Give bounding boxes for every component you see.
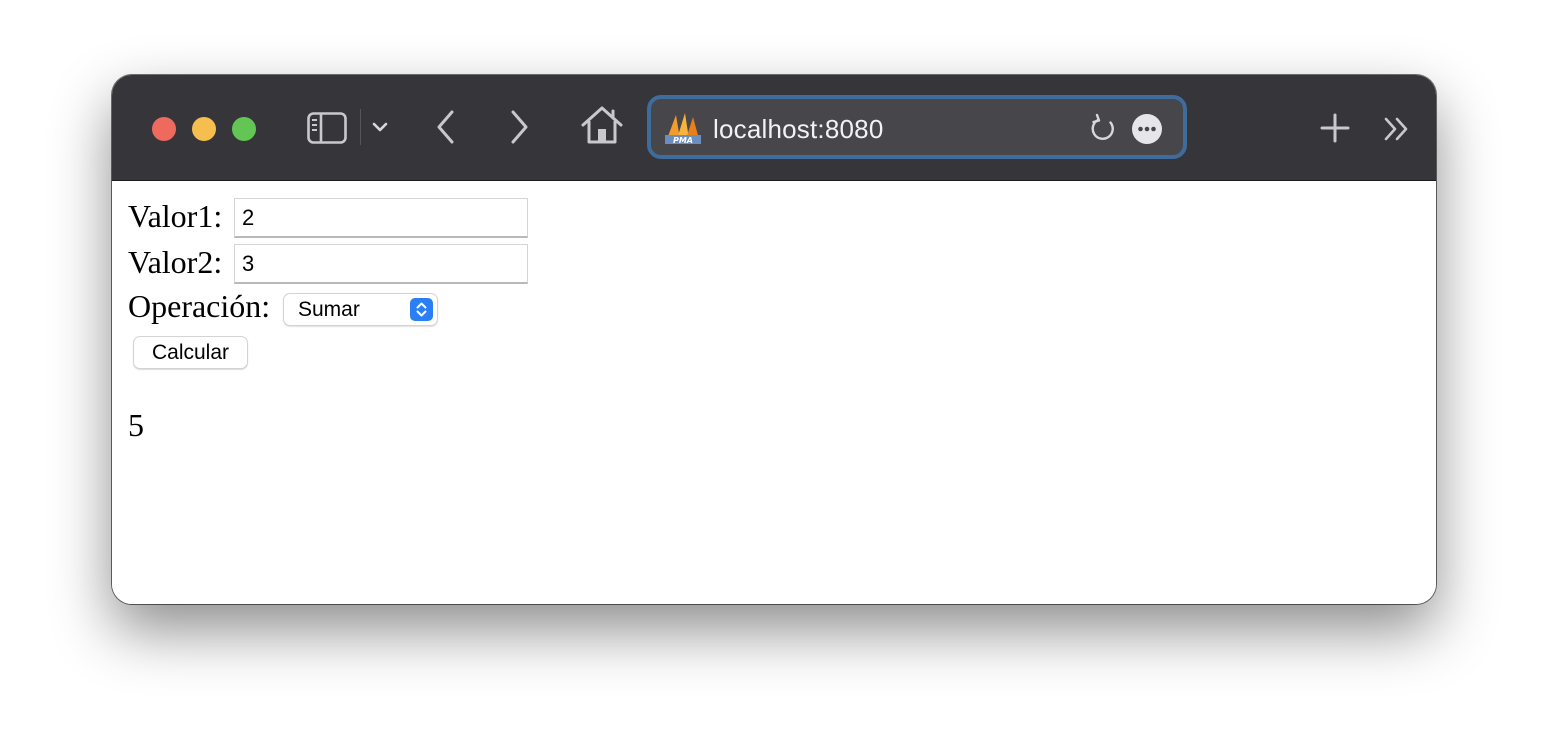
page-content: Valor1: 2 Valor2: 3 Operación: Sumar Cal… xyxy=(112,181,1436,604)
calcular-button[interactable]: Calcular xyxy=(133,336,248,369)
chevron-down-icon[interactable] xyxy=(371,120,389,134)
address-text[interactable]: localhost:8080 xyxy=(713,114,883,145)
new-tab-plus-icon[interactable] xyxy=(1320,113,1350,143)
minimize-window-button[interactable] xyxy=(192,117,216,141)
operacion-selected-value: Sumar xyxy=(298,298,360,321)
select-stepper-icon xyxy=(410,298,433,321)
phpmyadmin-logo-icon: PMA xyxy=(665,113,701,145)
valor2-input[interactable]: 3 xyxy=(234,244,528,284)
maximize-window-button[interactable] xyxy=(232,117,256,141)
forward-arrow-icon[interactable] xyxy=(507,109,531,145)
more-tabs-chevron-icon[interactable] xyxy=(1382,115,1412,143)
address-bar[interactable]: PMA localhost:8080 xyxy=(647,95,1187,159)
home-icon[interactable] xyxy=(580,105,624,145)
valor1-input[interactable]: 2 xyxy=(234,198,528,238)
more-options-icon[interactable] xyxy=(1131,113,1163,145)
browser-toolbar: PMA localhost:8080 xyxy=(112,75,1436,181)
toolbar-separator xyxy=(360,109,361,145)
browser-window: PMA localhost:8080 Valor1: 2 Valor2: 3 O… xyxy=(112,75,1436,604)
operacion-label: Operación: xyxy=(128,288,271,324)
result-value: 5 xyxy=(128,407,144,443)
reload-icon[interactable] xyxy=(1090,113,1118,143)
operacion-select[interactable]: Sumar xyxy=(283,293,438,326)
svg-text:PMA: PMA xyxy=(673,136,693,145)
valor2-label: Valor2: xyxy=(128,244,223,280)
close-window-button[interactable] xyxy=(152,117,176,141)
back-arrow-icon[interactable] xyxy=(434,109,458,145)
valor1-label: Valor1: xyxy=(128,198,223,234)
sidebar-toggle-icon[interactable] xyxy=(307,112,347,144)
